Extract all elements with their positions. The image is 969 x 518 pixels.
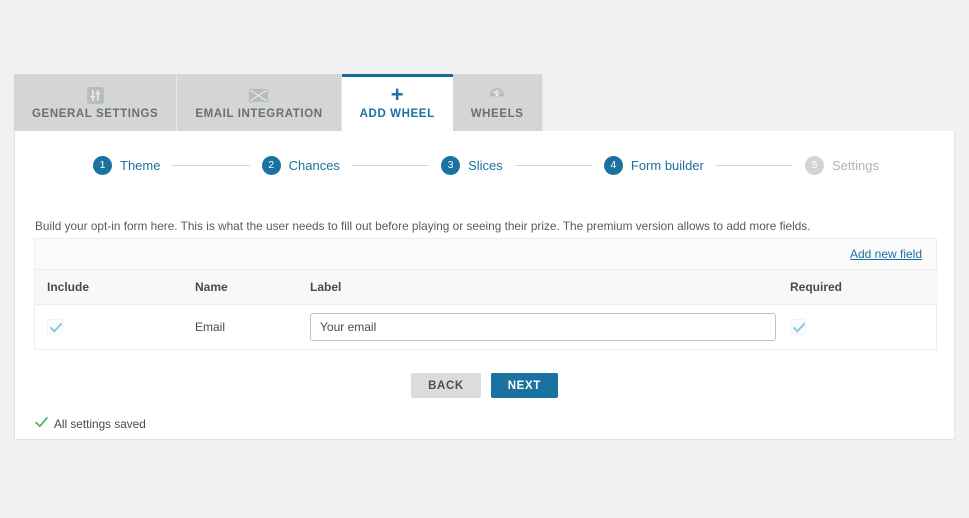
tab-add-wheel-label: ADD WHEEL [359,108,435,120]
step-slices[interactable]: 3 Slices [441,156,503,175]
required-checkbox[interactable] [790,319,806,335]
stepper-connector [172,165,250,166]
column-header-label: Label [298,270,778,305]
check-icon [793,322,805,333]
step-form-builder-label: Form builder [630,158,704,173]
table-toolbar: Add new field [35,239,936,270]
step-slices-number: 3 [441,156,461,175]
plugin-settings-page: GENERAL SETTINGS EMAIL INTEGRATION + ADD… [0,0,969,518]
cell-required [778,304,938,350]
tab-email-integration-label: EMAIL INTEGRATION [195,108,323,120]
tab-wheels-label: WHEELS [470,108,524,120]
step-form-builder[interactable]: 4 Form builder [603,156,704,175]
add-new-field-link[interactable]: Add new field [850,247,922,261]
wheel-icon [488,85,506,105]
step-theme-number: 1 [93,156,112,175]
step-settings-number: 5 [805,156,824,175]
tab-general-settings[interactable]: GENERAL SETTINGS [14,74,178,131]
table-row: Email [35,304,938,350]
column-header-include: Include [35,270,183,305]
envelope-icon [249,85,269,105]
field-label-input[interactable] [310,313,776,341]
include-checkbox[interactable] [47,319,63,335]
wizard-stepper: 1 Theme 2 Chances 3 Slices 4 Form builde… [15,156,954,175]
step-form-builder-number: 4 [603,156,623,175]
plus-icon: + [390,82,404,107]
stepper-connector [715,165,793,166]
column-header-name: Name [183,270,298,305]
step-settings-label: Settings [832,158,879,173]
content-panel: 1 Theme 2 Chances 3 Slices 4 Form builde… [14,131,955,440]
form-fields-table: Add new field Include Name Label Require… [34,238,938,350]
tab-bar: GENERAL SETTINGS EMAIL INTEGRATION + ADD… [14,74,543,131]
wizard-navigation: BACK NEXT [15,373,954,398]
tab-wheels[interactable]: WHEELS [452,74,543,131]
step-chances-label: Chances [288,158,340,173]
step-settings[interactable]: 5 Settings [805,156,879,175]
save-status-text: All settings saved [54,417,146,431]
cell-name: Email [183,304,298,350]
check-icon [50,322,62,333]
cell-include [35,304,183,350]
check-icon [35,416,48,432]
step-slices-label: Slices [468,158,503,173]
tab-general-settings-label: GENERAL SETTINGS [32,108,159,120]
tab-email-integration[interactable]: EMAIL INTEGRATION [177,74,342,131]
step-theme-label: Theme [120,158,161,173]
step-chances-number: 2 [261,156,281,175]
tab-add-wheel[interactable]: + ADD WHEEL [341,74,453,131]
step-chances[interactable]: 2 Chances [261,156,340,175]
sliders-icon [86,85,104,105]
next-button[interactable]: NEXT [490,373,558,398]
step-theme[interactable]: 1 Theme [93,156,160,175]
table-header-row: Include Name Label Required [35,270,938,305]
form-builder-description: Build your opt-in form here. This is wha… [35,219,811,233]
cell-label [298,304,778,350]
column-header-required: Required [778,270,938,305]
save-status: All settings saved [35,416,146,432]
back-button[interactable]: BACK [411,373,481,398]
stepper-connector [514,165,592,166]
stepper-connector [351,165,430,166]
